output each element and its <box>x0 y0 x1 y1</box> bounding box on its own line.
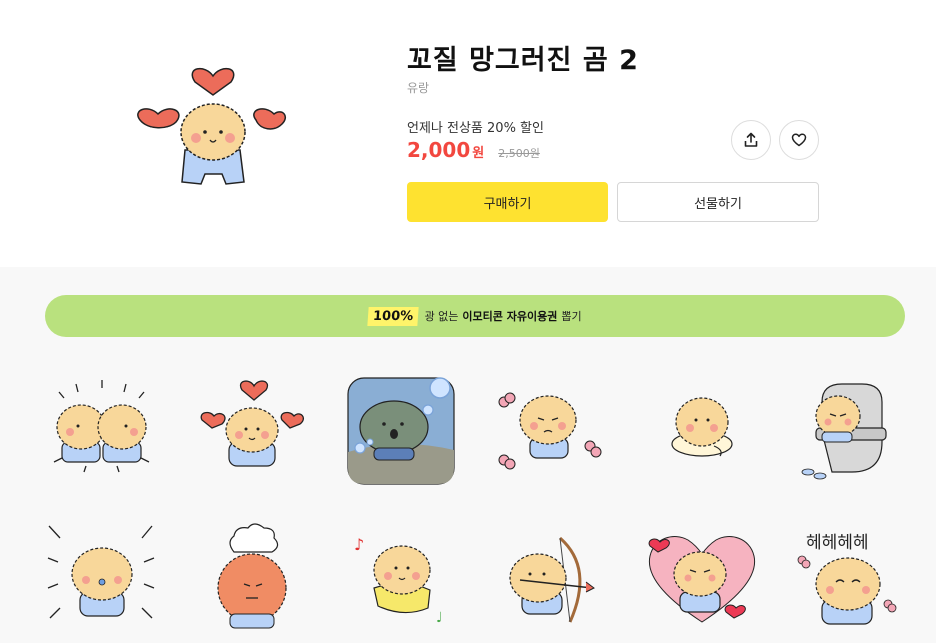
sticker-8[interactable] <box>194 518 309 633</box>
share-icon <box>744 132 758 147</box>
product-header: 꼬질 망그러진 곰 2 유랑 언제나 전상품 20% 할인 2,000 원 2,… <box>0 0 936 267</box>
share-button[interactable] <box>731 120 771 160</box>
sticker-12[interactable]: 헤헤헤헤 <box>792 518 907 633</box>
sticker-4[interactable] <box>490 372 605 487</box>
svg-text:♪: ♪ <box>354 535 364 554</box>
sticker-1[interactable] <box>44 372 159 487</box>
sticker-9[interactable]: ♪ ♩ <box>344 518 459 633</box>
sticker-5[interactable] <box>644 372 759 487</box>
heart-icon <box>791 133 807 147</box>
banner-text-1: 광 없는 <box>424 310 459 323</box>
product-title: 꼬질 망그러진 곰 2 <box>407 45 639 76</box>
sticker-10[interactable] <box>490 518 605 633</box>
emoticon-pass-banner[interactable]: 100% 광 없는 이모티콘 자유이용권 뽑기 <box>45 295 905 337</box>
sticker-6[interactable] <box>792 372 907 487</box>
sticker-12-caption: 헤헤헤헤 <box>806 533 869 553</box>
svg-text:♩: ♩ <box>436 610 443 626</box>
promo-text: 언제나 전상품 20% 할인 <box>407 121 544 136</box>
price-unit: 원 <box>472 146 485 161</box>
banner-text-3: 뽑기 <box>561 310 582 323</box>
sticker-11[interactable] <box>644 518 759 633</box>
buy-button[interactable]: 구매하기 <box>407 182 608 222</box>
like-button[interactable] <box>779 120 819 160</box>
original-price: 2,500원 <box>498 147 540 160</box>
price-block: 2,000 원 2,500원 <box>407 138 540 162</box>
sticker-7[interactable] <box>44 518 159 633</box>
sticker-3[interactable] <box>344 372 459 487</box>
gift-button[interactable]: 선물하기 <box>617 182 819 222</box>
hero-sticker <box>130 62 300 202</box>
sale-price: 2,000 <box>407 138 471 162</box>
author-name[interactable]: 유랑 <box>407 79 429 96</box>
sticker-2[interactable] <box>194 372 309 487</box>
banner-badge: 100% <box>367 306 420 326</box>
banner-text-2: 이모티콘 자유이용권 <box>462 310 558 323</box>
